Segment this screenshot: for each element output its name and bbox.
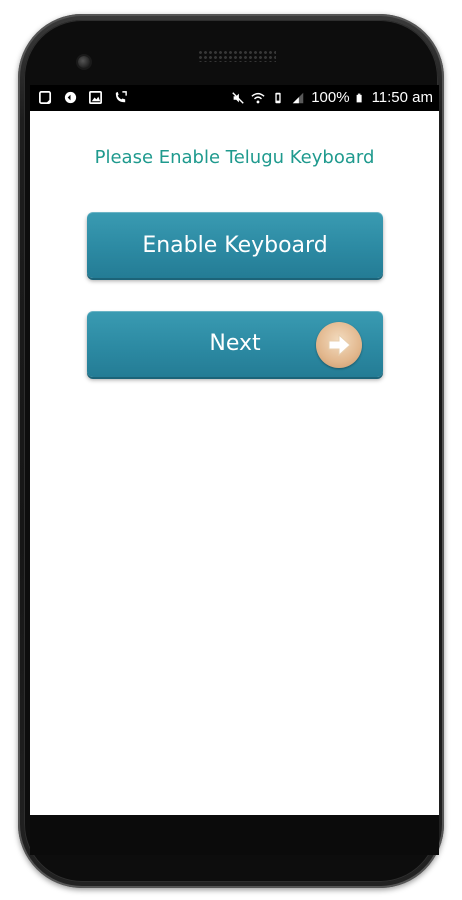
battery-percent: 100%	[311, 89, 350, 106]
mute-icon	[232, 92, 244, 104]
status-time: 11:50 am	[371, 89, 433, 106]
vibrate-icon	[275, 92, 281, 104]
wifi-icon	[251, 92, 265, 104]
enable-keyboard-button[interactable]: Enable Keyboard	[87, 212, 383, 278]
next-button[interactable]: Next	[87, 311, 383, 377]
arrow-right-glyph	[328, 333, 351, 357]
enable-keyboard-label: Enable Keyboard	[142, 232, 328, 258]
call-icon	[115, 91, 127, 103]
status-bar-right-icons: 100% 11:50 am	[231, 89, 433, 107]
earpiece-speaker	[198, 50, 276, 62]
status-bar-left-icons	[38, 90, 128, 105]
signal-icon	[292, 92, 304, 104]
battery-icon	[356, 93, 362, 103]
notification-icon	[64, 91, 77, 104]
status-bar: 100% 11:50 am	[30, 85, 439, 111]
phone-chin	[30, 815, 439, 855]
screen-icon	[39, 91, 52, 104]
front-camera	[78, 56, 90, 68]
image-icon	[89, 91, 102, 104]
arrow-right-icon	[316, 322, 362, 368]
app-screen: 100% 11:50 am Please Enable Telugu Keybo…	[30, 85, 439, 815]
page-title: Please Enable Telugu Keyboard	[94, 147, 375, 168]
